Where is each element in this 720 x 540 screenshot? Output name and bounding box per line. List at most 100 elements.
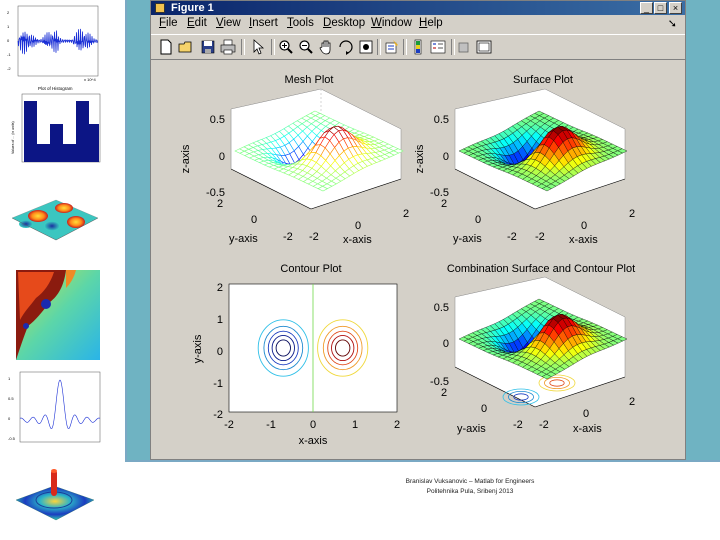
mesh-ytick: -2 xyxy=(283,231,293,243)
zoom-out-icon[interactable] xyxy=(297,38,315,56)
matlab-figure-icon xyxy=(155,3,165,13)
surface-title: Surface Plot xyxy=(513,74,573,86)
surface-ztick: 0.5 xyxy=(434,114,449,126)
menu-help[interactable]: Help xyxy=(419,17,443,29)
surface-ytick: 2 xyxy=(441,198,447,210)
menu-tools[interactable]: Tools xyxy=(287,17,314,29)
minimize-button[interactable]: _ xyxy=(640,2,653,14)
dock-arrow-icon[interactable]: ➘ xyxy=(668,17,677,30)
toolbar-separator xyxy=(377,39,381,55)
combo-ylabel: y-axis xyxy=(457,423,486,435)
hide-plot-tools-icon[interactable] xyxy=(455,38,473,56)
combo-ytick: 0 xyxy=(481,403,487,415)
mesh-zlabel: z-axis xyxy=(180,144,192,173)
contour-title: Contour Plot xyxy=(280,263,341,275)
open-file-icon[interactable] xyxy=(177,38,195,56)
contour-xlabel: x-axis xyxy=(299,435,328,447)
slide-divider-vertical xyxy=(125,0,127,462)
maximize-button[interactable]: □ xyxy=(654,2,667,14)
signal-xlabel: x 10^4 xyxy=(84,77,96,82)
contour-ytick: 0 xyxy=(217,346,223,358)
combination-plot[interactable]: Combination Surface and Contour Plot 0.5… xyxy=(430,263,635,435)
figure-canvas[interactable]: Mesh Plot 0.5 0 -0.5 z-axis 2 0 -2 y-axi… xyxy=(151,59,685,459)
pan-hand-icon[interactable] xyxy=(317,38,335,56)
surface-zlabel: z-axis xyxy=(414,144,426,173)
combo-xtick: -2 xyxy=(539,419,549,431)
close-button[interactable]: × xyxy=(669,2,682,14)
caption-line-1: Branislav Vuksanovic – Matlab for Engine… xyxy=(405,478,535,485)
contour-xtick: -2 xyxy=(224,419,234,431)
edit-plot-arrow-icon[interactable] xyxy=(249,38,267,56)
figure-window: Figure 1 _ □ × File Edit View Insert Too… xyxy=(150,0,686,460)
mesh-ytick: 0 xyxy=(251,214,257,226)
rotate-3d-icon[interactable] xyxy=(337,38,355,56)
signal-ytick: 1 xyxy=(7,24,10,29)
caption-line-2: Politehnika Pula, Sribenj 2013 xyxy=(426,488,514,495)
surface-xtick: 0 xyxy=(581,220,587,232)
surface-plot[interactable]: Surface Plot 0.5 0 -0.5 z-axis 2 0 -2 y-… xyxy=(414,74,635,246)
menu-edit[interactable]: Edit xyxy=(187,17,207,29)
sinc-ytick: 0.5 xyxy=(8,396,14,401)
surface-xtick: -2 xyxy=(535,231,545,243)
window-title: Figure 1 xyxy=(171,2,214,14)
surface-xlabel: x-axis xyxy=(569,234,598,246)
surface-xtick: 2 xyxy=(629,208,635,220)
show-plot-tools-icon[interactable] xyxy=(475,38,493,56)
menu-view[interactable]: View xyxy=(216,17,241,29)
sombrero-thumbnail xyxy=(6,462,102,526)
contour-ylabel: y-axis xyxy=(192,334,204,363)
contour-xtick: -1 xyxy=(266,419,276,431)
menu-desktop[interactable]: Desktop xyxy=(323,17,365,29)
data-cursor-icon[interactable] xyxy=(357,38,375,56)
mesh-plot[interactable]: Mesh Plot 0.5 0 -0.5 z-axis 2 0 -2 y-axi… xyxy=(180,74,409,246)
signal-ytick: -1 xyxy=(7,52,11,57)
toolbar-separator xyxy=(271,39,275,55)
surface-ytick: 0 xyxy=(475,214,481,226)
combo-ytick: -2 xyxy=(513,419,523,431)
surface-ytick: -2 xyxy=(507,231,517,243)
insert-colorbar-icon[interactable] xyxy=(383,38,401,56)
combo-ztick: 0 xyxy=(443,338,449,350)
surface-ylabel: y-axis xyxy=(453,233,482,245)
menu-file[interactable]: File xyxy=(159,17,178,29)
thumbnail-strip: 2 1 0 -1 -2 x 10^4 Plot of Histogram Val… xyxy=(0,0,120,540)
contour-ytick: 2 xyxy=(217,282,223,294)
image-thumbnail xyxy=(6,266,102,364)
combo-ztick: 0.5 xyxy=(434,302,449,314)
histogram-title: Plot of Histogram xyxy=(38,86,73,91)
sinc-thumbnail: 1 0.5 0 -0.5 xyxy=(6,370,102,448)
mesh-ylabel: y-axis xyxy=(229,233,258,245)
menu-window[interactable]: Window xyxy=(371,17,412,29)
slide-caption: Branislav Vuksanovic – Matlab for Engine… xyxy=(300,477,640,497)
print-icon[interactable] xyxy=(219,38,237,56)
menu-insert[interactable]: Insert xyxy=(249,17,278,29)
mesh-xtick: -2 xyxy=(309,231,319,243)
sinc-ytick: -0.5 xyxy=(8,436,16,441)
mesh-xtick: 0 xyxy=(355,220,361,232)
title-bar[interactable]: Figure 1 _ □ × xyxy=(151,1,685,15)
combo-xlabel: x-axis xyxy=(573,423,602,435)
peaks-thumbnail xyxy=(6,178,102,260)
save-icon[interactable] xyxy=(199,38,217,56)
combo-xtick: 0 xyxy=(583,408,589,420)
signal-thumbnail: 2 1 0 -1 -2 x 10^4 xyxy=(6,4,102,82)
figure-toolbar xyxy=(151,34,685,60)
menu-bar: File Edit View Insert Tools Desktop Wind… xyxy=(151,16,685,33)
contour-xtick: 0 xyxy=(310,419,316,431)
surface-ztick: 0 xyxy=(443,151,449,163)
sinc-ytick: 1 xyxy=(8,376,11,381)
histogram-ylabel: Values of ... (in units) xyxy=(11,121,15,154)
contour-xtick: 1 xyxy=(352,419,358,431)
signal-ytick: -2 xyxy=(7,66,11,71)
toolbar-separator xyxy=(403,39,407,55)
contour-xtick: 2 xyxy=(394,419,400,431)
combo-xtick: 2 xyxy=(629,396,635,408)
contour-ytick: -2 xyxy=(213,409,223,421)
legend-list-icon[interactable] xyxy=(429,38,447,56)
zoom-in-icon[interactable] xyxy=(277,38,295,56)
mesh-ytick: 2 xyxy=(217,198,223,210)
new-figure-icon[interactable] xyxy=(157,38,175,56)
mesh-ztick: 0.5 xyxy=(210,114,225,126)
insert-legend-icon[interactable] xyxy=(409,38,427,56)
contour-plot[interactable]: Contour Plot 2 1 0 -1 -2 y-axis -2 -1 0 … xyxy=(192,263,400,447)
